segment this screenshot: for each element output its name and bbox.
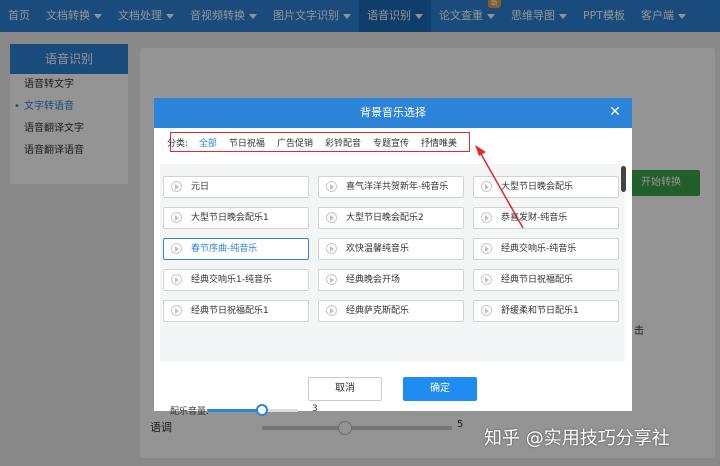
track-name: 经典节日祝福配乐 [501,275,574,285]
track-name: 喜气洋洋共贺新年-纯音乐 [346,182,449,192]
volume-slider-fill [208,409,262,412]
play-icon[interactable] [326,305,337,316]
play-icon[interactable] [171,305,182,316]
play-icon[interactable] [326,181,337,192]
play-icon[interactable] [481,181,492,192]
track-item[interactable]: 经典萨克斯配乐 [318,300,464,322]
play-icon[interactable] [171,181,182,192]
track-item[interactable]: 大型节日晚会配乐2 [318,207,464,229]
volume-slider-handle[interactable] [256,404,268,416]
category-tab-4[interactable]: 专题宣传 [373,136,409,149]
category-tab-5[interactable]: 抒情唯美 [421,136,457,149]
track-name: 大型节日晚会配乐 [501,182,574,192]
volume-label: 配乐音量: [170,407,210,417]
track-item[interactable]: 喜气洋洋共贺新年-纯音乐 [318,176,464,198]
track-item[interactable]: 经典节日祝福配乐1 [163,300,309,322]
play-icon[interactable] [481,243,492,254]
play-icon[interactable] [171,274,182,285]
track-list: 配乐音量: 3 元日 喜气洋洋共贺新年-纯音乐 大型节日晚会配乐大型节日晚会配乐1 大… [160,164,625,417]
track-name: 大型节日晚会配乐2 [346,213,424,223]
play-icon[interactable] [481,274,492,285]
play-icon[interactable] [171,243,182,254]
category-label: 分类: [167,138,189,149]
track-item[interactable]: 经典交响乐1-纯音乐 [163,269,309,291]
dialog-title: 背景音乐选择 [360,106,426,119]
category-tab-1[interactable]: 节日祝福 [229,136,265,149]
track-name: 经典萨克斯配乐 [346,306,410,316]
background-music-dialog: 背景音乐选择 ✕ 分类: 全部 节日祝福 广告促销 彩铃配音 专题宣传 抒情唯美 配乐音量… [154,98,632,417]
track-item[interactable]: 欢快温馨纯音乐 [318,238,464,260]
track-item[interactable]: 经典晚会开场 [318,269,464,291]
track-list-scrollbar[interactable] [621,166,626,192]
track-item[interactable]: 元日 [163,176,309,198]
cancel-button[interactable]: 取消 [308,377,382,401]
category-tab-0[interactable]: 全部 [199,136,217,149]
track-item[interactable]: 大型节日晚会配乐 [473,176,619,198]
category-tab-3[interactable]: 彩铃配音 [325,136,361,149]
track-name: 经典晚会开场 [346,275,401,285]
play-icon[interactable] [481,305,492,316]
watermark: 知乎 @实用技巧分享社 [484,428,670,449]
track-name: 经典节日祝福配乐1 [191,306,269,316]
track-item[interactable]: 经典节日祝福配乐 [473,269,619,291]
category-filter: 分类: 全部 节日祝福 广告促销 彩铃配音 专题宣传 抒情唯美 [167,132,470,152]
confirm-button[interactable]: 确定 [403,377,477,401]
play-icon[interactable] [326,212,337,223]
track-name: 春节序曲-纯音乐 [191,244,258,254]
track-item[interactable]: 舒缓柔和节日配乐1 [473,300,619,322]
play-icon[interactable] [326,274,337,285]
play-icon[interactable] [171,212,182,223]
play-icon[interactable] [326,243,337,254]
track-item[interactable]: 春节序曲-纯音乐 [163,238,309,260]
category-tab-2[interactable]: 广告促销 [277,136,313,149]
play-icon[interactable] [481,212,492,223]
track-name: 经典交响乐-纯音乐 [501,244,577,254]
track-name: 大型节日晚会配乐1 [191,213,269,223]
track-name: 舒缓柔和节日配乐1 [501,306,579,316]
track-item[interactable]: 经典交响乐-纯音乐 [473,238,619,260]
dialog-header: 背景音乐选择 ✕ [154,98,632,128]
volume-value: 3 [312,404,318,414]
track-name: 元日 [191,182,210,192]
close-icon[interactable]: ✕ [606,104,624,122]
track-name: 欢快温馨纯音乐 [346,244,410,254]
track-name: 经典交响乐1-纯音乐 [191,275,272,285]
track-name: 恭喜发财-纯音乐 [501,213,568,223]
track-item[interactable]: 恭喜发财-纯音乐 [473,207,619,229]
track-item[interactable]: 大型节日晚会配乐1 [163,207,309,229]
